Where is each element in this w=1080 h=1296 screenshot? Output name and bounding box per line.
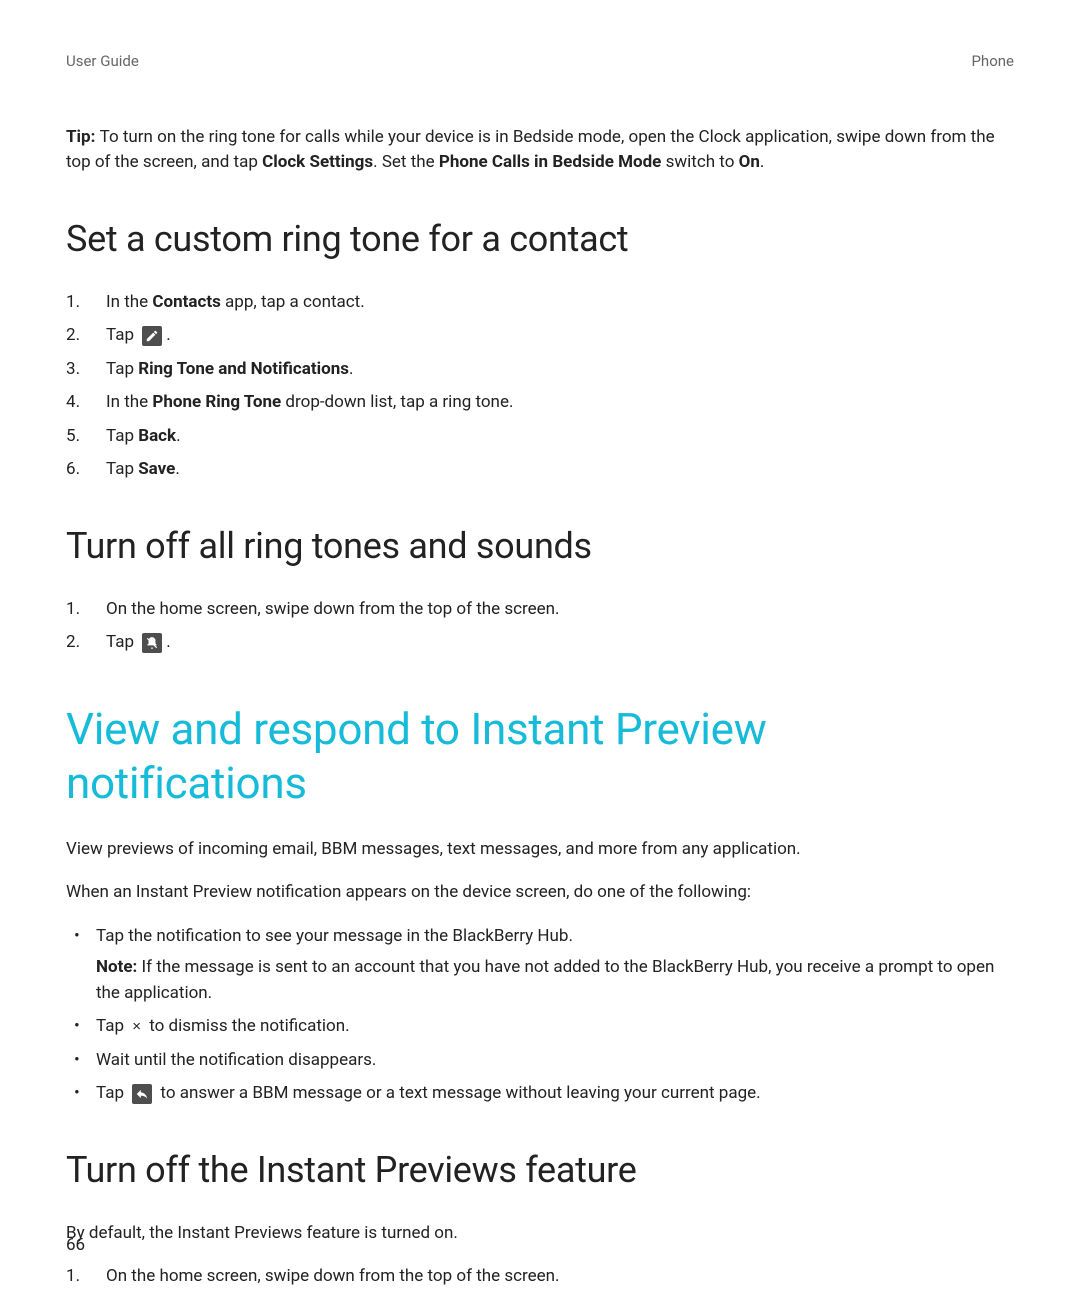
steps-turn-off-ringtones: On the home screen, swipe down from the … [66,597,1014,656]
reply-icon [132,1084,152,1104]
step2-pre: Tap [106,325,138,345]
bullet2-mid: to dismiss the notification. [145,1016,350,1036]
instant-preview-p2: When an Instant Preview notification app… [66,880,1014,906]
tip-bold2: Phone Calls in Bedside Mode [439,152,661,172]
tip-block: Tip: To turn on the ring tone for calls … [66,125,1014,176]
page-number: 66 [66,1233,85,1259]
step-1: In the Contacts app, tap a contact. [66,290,1014,316]
heading-turn-off-ringtones: Turn off all ring tones and sounds [66,519,1014,573]
step5-bold: Back [138,426,176,446]
tip-bold1: Clock Settings [262,152,373,172]
page-header: User Guide Phone [66,50,1014,73]
s2-step1: On the home screen, swipe down from the … [106,597,560,623]
heading-custom-ringtone: Set a custom ring tone for a contact [66,212,1014,266]
header-right: Phone [971,50,1014,73]
tip-period: . [760,152,764,172]
step6-pre: Tap [106,459,138,479]
bullet1-note: Note: If the message is sent to an accou… [96,955,1014,1006]
tip-text: Tip: To turn on the ring tone for calls … [66,125,1014,176]
tip-mid: . Set the [373,152,439,172]
heading-turn-off-instant-previews: Turn off the Instant Previews feature [66,1143,1014,1197]
instant-preview-bullets: Tap the notification to see your message… [66,924,1014,1107]
bullet1-text: Tap the notification to see your message… [96,926,573,946]
step-2: Tap . [66,323,1014,349]
close-icon: × [132,1016,141,1039]
step6-bold: Save [138,459,175,479]
s2-step2-post: . [166,632,170,652]
steps-turn-off-previews: On the home screen, swipe down from the … [66,1264,1014,1290]
note-label: Note: [96,957,142,977]
step-1: On the home screen, swipe down from the … [66,597,1014,623]
step4-post: drop-down list, tap a ring tone. [281,392,513,412]
step2-post: . [166,325,170,345]
header-left: User Guide [66,50,139,73]
bullet-3: Wait until the notification disappears. [66,1048,1014,1074]
bullet2-pre: Tap [96,1016,128,1036]
s2-step2-pre: Tap [106,632,138,652]
bullet-4: Tap to answer a BBM message or a text me… [66,1081,1014,1107]
bullet3-text: Wait until the notification disappears. [96,1050,376,1070]
tip-bold3: On [739,152,760,172]
step-3: Tap Ring Tone and Notifications. [66,357,1014,383]
step-5: Tap Back. [66,424,1014,450]
step-4: In the Phone Ring Tone drop-down list, t… [66,390,1014,416]
edit-icon [142,326,162,346]
step1-bold: Contacts [152,292,220,312]
step-2: Tap . [66,630,1014,656]
turn-off-previews-p1: By default, the Instant Previews feature… [66,1221,1014,1247]
steps-custom-ringtone: In the Contacts app, tap a contact. Tap … [66,290,1014,483]
step3-pre: Tap [106,359,138,379]
tip-label: Tip: [66,127,100,147]
instant-preview-p1: View previews of incoming email, BBM mes… [66,837,1014,863]
note-text: If the message is sent to an account tha… [96,957,994,1003]
s4-step1: On the home screen, swipe down from the … [106,1264,560,1290]
heading-instant-preview: View and respond to Instant Preview noti… [66,702,1014,811]
bullet4-post: to answer a BBM message or a text messag… [156,1083,760,1103]
step5-post: . [176,426,180,446]
bullet-2: Tap × to dismiss the notification. [66,1014,1014,1040]
step-6: Tap Save. [66,457,1014,483]
step-1: On the home screen, swipe down from the … [66,1264,1014,1290]
bullet-1: Tap the notification to see your message… [66,924,1014,1007]
tip-post: switch to [661,152,738,172]
step1-post: app, tap a contact. [221,292,365,312]
step4-pre: In the [106,392,152,412]
step5-pre: Tap [106,426,138,446]
step3-bold: Ring Tone and Notifications [138,359,349,379]
step1-pre: In the [106,292,152,312]
step6-post: . [175,459,179,479]
bullet4-pre: Tap [96,1083,128,1103]
step3-post: . [349,359,353,379]
mute-icon [142,633,162,653]
step4-bold: Phone Ring Tone [152,392,281,412]
